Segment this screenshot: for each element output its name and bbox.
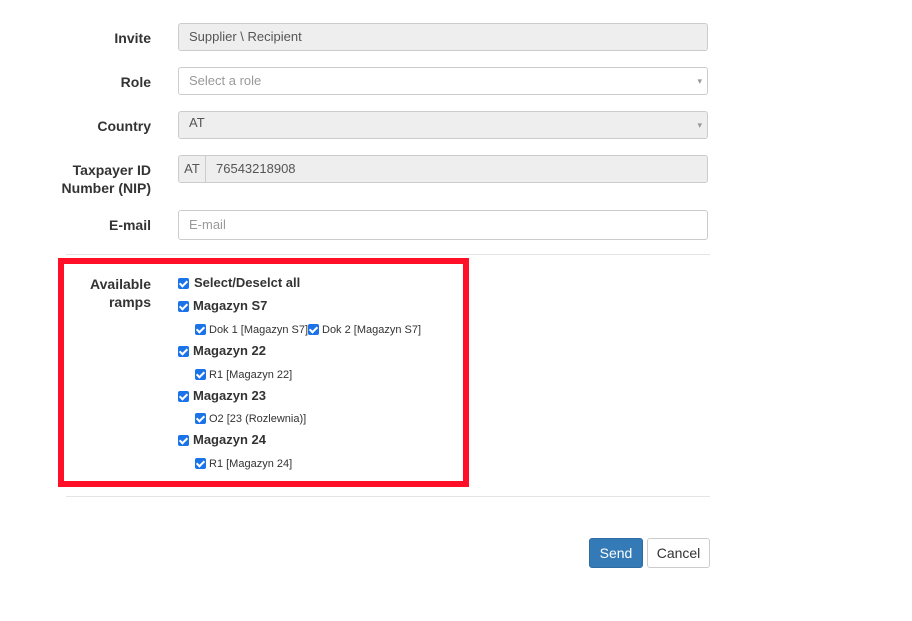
nip-field: AT 76543218908 (178, 155, 708, 183)
invite-field: Supplier \ Recipient (178, 23, 708, 51)
cancel-button[interactable]: Cancel (647, 538, 710, 568)
group-label[interactable]: Magazyn 23 (193, 388, 266, 404)
role-select[interactable]: Select a role ▾ (178, 67, 708, 95)
country-value: AT (189, 115, 205, 130)
role-placeholder: Select a role (189, 73, 262, 88)
ramp-label[interactable]: Dok 1 [Magazyn S7] (209, 322, 308, 338)
nip-value: 76543218908 (216, 161, 296, 176)
group-checkbox[interactable] (178, 301, 189, 312)
email-placeholder: E-mail (189, 217, 226, 232)
nip-label: Taxpayer ID Number (NIP) (62, 161, 151, 197)
send-button[interactable]: Send (589, 538, 643, 568)
invite-value: Supplier \ Recipient (189, 29, 302, 44)
ramp-checkbox[interactable] (195, 369, 206, 380)
ramp-label[interactable]: O2 [23 (Rozlewnia)] (209, 411, 306, 427)
divider (66, 254, 710, 255)
chevron-down-icon: ▾ (697, 76, 702, 86)
ramps-label: Available ramps (90, 275, 151, 311)
select-all-checkbox[interactable] (178, 278, 189, 289)
country-select: AT ▾ (178, 111, 708, 139)
ramp-checkbox[interactable] (195, 324, 206, 335)
ramp-checkbox[interactable] (195, 413, 206, 424)
ramps-label-line1: Available (90, 276, 151, 292)
group-checkbox[interactable] (178, 391, 189, 402)
email-field[interactable]: E-mail (178, 210, 708, 240)
group-label[interactable]: Magazyn 22 (193, 343, 266, 359)
invite-label: Invite (114, 30, 151, 46)
role-label: Role (120, 74, 151, 90)
nip-label-line1: Taxpayer ID (72, 162, 151, 178)
country-label: Country (97, 118, 151, 134)
group-checkbox[interactable] (178, 346, 189, 357)
chevron-down-icon: ▾ (697, 120, 702, 130)
ramp-checkbox[interactable] (195, 458, 206, 469)
select-all-label[interactable]: Select/Deselct all (194, 275, 300, 291)
ramp-label[interactable]: R1 [Magazyn 22] (209, 367, 292, 383)
divider (66, 496, 710, 497)
group-label[interactable]: Magazyn S7 (193, 298, 267, 314)
group-checkbox[interactable] (178, 435, 189, 446)
nip-prefix: AT (179, 156, 206, 182)
email-label: E-mail (108, 217, 151, 233)
ramps-label-line2: ramps (108, 294, 151, 310)
ramp-label[interactable]: R1 [Magazyn 24] (209, 456, 292, 472)
group-label[interactable]: Magazyn 24 (193, 432, 266, 448)
nip-label-line2: Number (NIP) (61, 180, 151, 196)
ramp-checkbox[interactable] (308, 324, 319, 335)
ramp-label[interactable]: Dok 2 [Magazyn S7] (322, 322, 421, 338)
